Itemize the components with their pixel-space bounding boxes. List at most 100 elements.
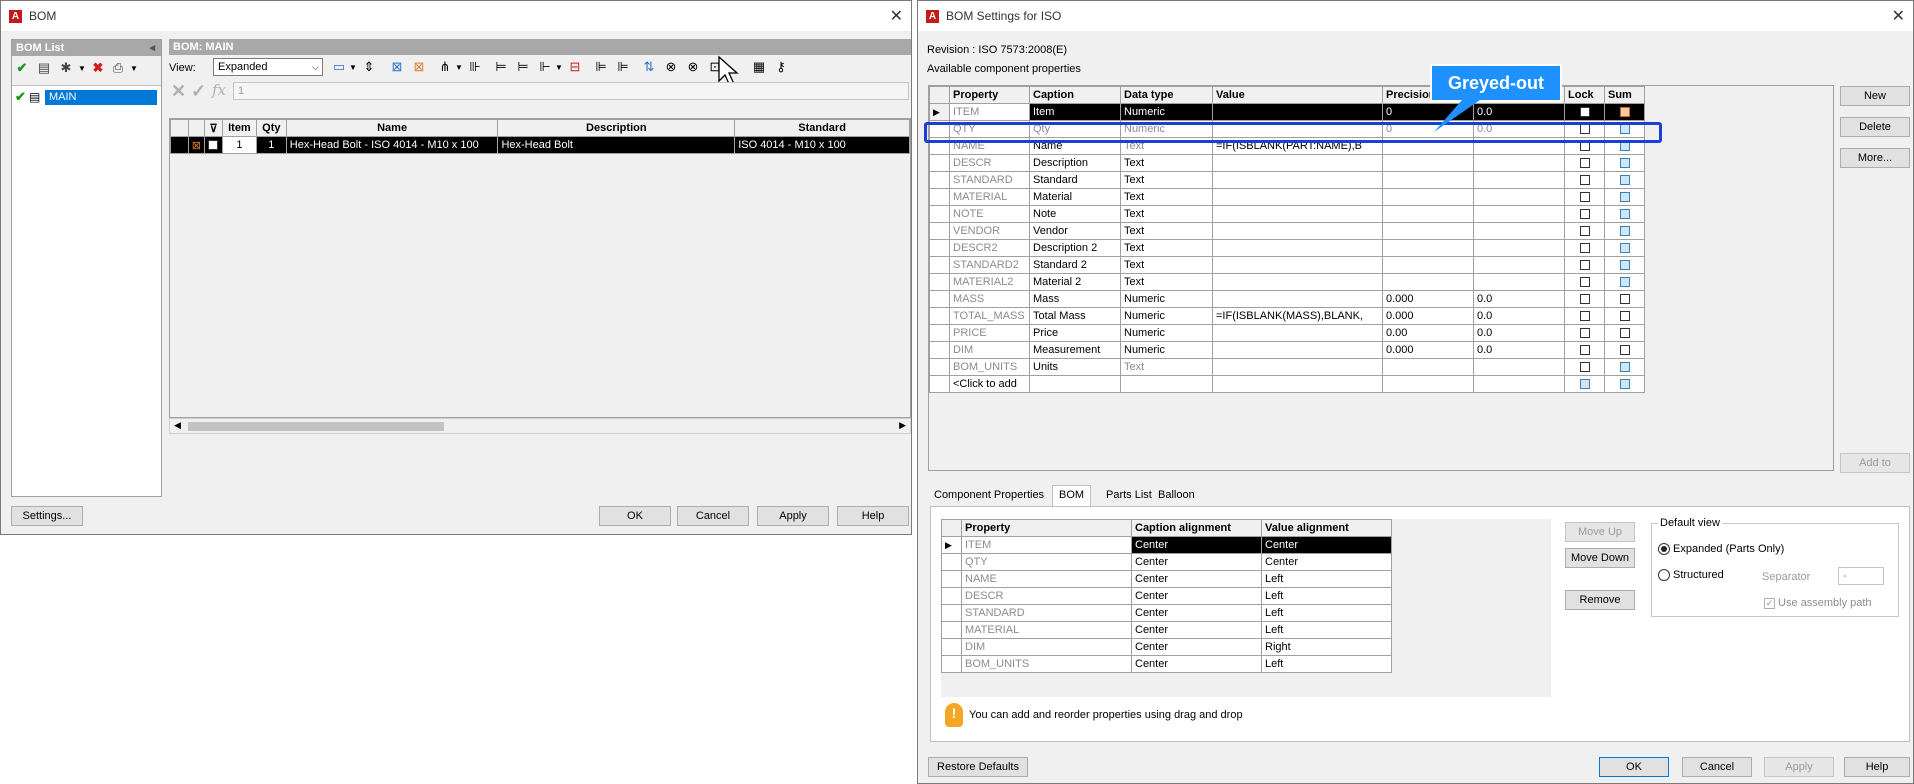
- table-row[interactable]: MATERIAL Center Left: [941, 621, 1392, 639]
- table-row[interactable]: STANDARD2 Standard 2 Text: [929, 256, 1645, 274]
- precision-cell[interactable]: [1382, 188, 1474, 206]
- precision2-cell[interactable]: [1473, 154, 1565, 172]
- updown-icon[interactable]: ⇕: [361, 59, 377, 75]
- standard-cell[interactable]: ISO 4014 - M10 x 100: [734, 136, 910, 154]
- row-selector[interactable]: [929, 324, 950, 342]
- sum-checkbox[interactable]: [1619, 379, 1630, 390]
- empty-cell[interactable]: [1382, 375, 1474, 393]
- precision-cell[interactable]: [1382, 273, 1474, 291]
- collapse-icon[interactable]: ◂: [149, 40, 155, 56]
- value-cell[interactable]: [1212, 358, 1383, 376]
- caption-alignment-cell[interactable]: Center: [1131, 570, 1262, 588]
- zoom-component-icon[interactable]: ⊠: [389, 59, 405, 75]
- property-cell[interactable]: DESCR2: [949, 239, 1030, 257]
- tab-component-properties[interactable]: Component Properties: [930, 487, 1048, 505]
- value-cell[interactable]: [1212, 324, 1383, 342]
- row-selector[interactable]: [929, 358, 950, 376]
- column-header-caption[interactable]: Caption: [1029, 86, 1121, 104]
- lock-cell[interactable]: [1564, 324, 1605, 342]
- tree-item-main[interactable]: ✔ ▤ MAIN: [15, 89, 161, 105]
- row-selector[interactable]: [941, 553, 962, 571]
- precision-cell[interactable]: [1382, 171, 1474, 189]
- lock-checkbox[interactable]: [1579, 158, 1590, 169]
- precision-cell[interactable]: 0.000: [1382, 307, 1474, 325]
- scrollbar-thumb[interactable]: [188, 422, 444, 431]
- caption-cell[interactable]: Material 2: [1029, 273, 1121, 291]
- row-selector[interactable]: ▶: [941, 536, 962, 554]
- row-selector[interactable]: [929, 222, 950, 240]
- row-selector[interactable]: [929, 290, 950, 308]
- table-row[interactable]: STANDARD Standard Text: [929, 171, 1645, 189]
- row-selector[interactable]: [929, 188, 950, 206]
- print-icon[interactable]: ⎙: [110, 60, 126, 76]
- item-cell[interactable]: 1: [221, 136, 257, 154]
- column-header-datatype[interactable]: Data type: [1120, 86, 1213, 104]
- value-cell[interactable]: [1212, 205, 1383, 223]
- table-row[interactable]: DESCR Description Text: [929, 154, 1645, 172]
- caption-alignment-cell[interactable]: Center: [1131, 638, 1262, 656]
- value-alignment-cell[interactable]: Center: [1261, 536, 1392, 554]
- settings-button[interactable]: Settings...: [11, 506, 83, 526]
- empty-cell[interactable]: [929, 375, 950, 393]
- sum-cell[interactable]: [1604, 273, 1645, 291]
- value-cell[interactable]: [1212, 341, 1383, 359]
- sum-checkbox[interactable]: [1619, 277, 1630, 288]
- datatype-cell[interactable]: Numeric: [1120, 324, 1213, 342]
- empty-cell[interactable]: [1212, 375, 1383, 393]
- tab-parts-list[interactable]: Parts List: [1102, 487, 1156, 505]
- delete-button[interactable]: Delete: [1840, 117, 1910, 137]
- datatype-cell[interactable]: Text: [1120, 188, 1213, 206]
- dropdown-arrow-icon[interactable]: ▼: [74, 60, 90, 76]
- click-to-add-row[interactable]: <Click to add: [929, 375, 1645, 393]
- empty-cell[interactable]: [1564, 375, 1605, 393]
- dropdown-arrow-icon[interactable]: ▼: [345, 59, 361, 75]
- precision2-cell[interactable]: [1473, 205, 1565, 223]
- print-dropdown-icon[interactable]: ▼: [126, 60, 142, 76]
- precision2-cell[interactable]: [1473, 222, 1565, 240]
- property-cell[interactable]: ITEM: [961, 536, 1132, 554]
- scroll-left-icon[interactable]: ◀: [174, 420, 181, 431]
- value-cell[interactable]: [1212, 154, 1383, 172]
- table-row[interactable]: MATERIAL Material Text: [929, 188, 1645, 206]
- row-selector[interactable]: [929, 256, 950, 274]
- table-row[interactable]: NAME Center Left: [941, 570, 1392, 588]
- dropdown-arrow-icon[interactable]: ▼: [451, 59, 467, 75]
- datatype-cell[interactable]: Numeric: [1120, 307, 1213, 325]
- cancel-formula-icon[interactable]: ✕: [171, 81, 186, 102]
- table-row[interactable]: ▶ ITEM Item Numeric 0 0.0: [929, 103, 1645, 121]
- precision-cell[interactable]: [1382, 205, 1474, 223]
- table-row[interactable]: NOTE Note Text: [929, 205, 1645, 223]
- property-cell[interactable]: BOM_UNITS: [949, 358, 1030, 376]
- value-alignment-cell[interactable]: Center: [1261, 553, 1392, 571]
- value-alignment-cell[interactable]: Left: [1261, 570, 1392, 588]
- table-row[interactable]: BOM_UNITS Units Text: [929, 358, 1645, 376]
- datatype-cell[interactable]: Text: [1120, 256, 1213, 274]
- lock-cell[interactable]: [1564, 290, 1605, 308]
- property-cell[interactable]: ITEM: [949, 103, 1030, 121]
- row-selector[interactable]: [941, 604, 962, 622]
- datatype-cell[interactable]: Numeric: [1120, 290, 1213, 308]
- datatype-cell[interactable]: Numeric: [1120, 341, 1213, 359]
- column-header-caption-alignment[interactable]: Caption alignment: [1131, 519, 1262, 537]
- lock-cell[interactable]: [1564, 256, 1605, 274]
- precision-cell[interactable]: [1382, 256, 1474, 274]
- value-cell[interactable]: [1212, 239, 1383, 257]
- lock-checkbox[interactable]: [1579, 311, 1590, 322]
- lock-checkbox[interactable]: [1579, 362, 1590, 373]
- property-cell[interactable]: NOTE: [949, 205, 1030, 223]
- table-row[interactable]: DESCR2 Description 2 Text: [929, 239, 1645, 257]
- sum-cell[interactable]: [1604, 154, 1645, 172]
- value-alignment-cell[interactable]: Left: [1261, 655, 1392, 673]
- column-header-name[interactable]: Name: [285, 119, 499, 137]
- sum-cell[interactable]: [1604, 239, 1645, 257]
- property-cell[interactable]: DIM: [949, 341, 1030, 359]
- precision2-cell[interactable]: [1473, 256, 1565, 274]
- sort-icon[interactable]: ⇅: [641, 59, 657, 75]
- datatype-cell[interactable]: Text: [1120, 171, 1213, 189]
- copy-icon[interactable]: ▤: [36, 60, 52, 76]
- property-cell[interactable]: NAME: [961, 570, 1132, 588]
- sum-checkbox[interactable]: [1619, 209, 1630, 220]
- precision-cell[interactable]: [1382, 358, 1474, 376]
- sum-checkbox[interactable]: [1619, 294, 1630, 305]
- value-alignment-cell[interactable]: Left: [1261, 587, 1392, 605]
